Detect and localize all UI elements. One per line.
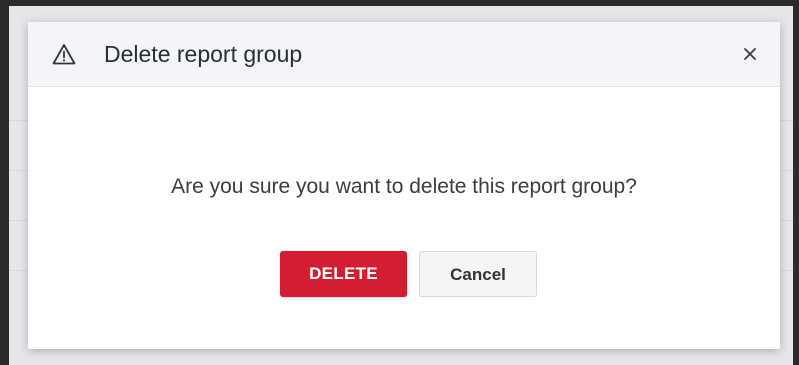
- dialog-body: Are you sure you want to delete this rep…: [28, 87, 780, 349]
- cancel-button[interactable]: Cancel: [419, 251, 537, 297]
- background-divider: [9, 220, 29, 221]
- delete-button[interactable]: DELETE: [280, 251, 407, 297]
- background-divider: [779, 120, 793, 121]
- delete-report-group-dialog: Delete report group Are you sure you wan…: [28, 22, 780, 349]
- background-divider: [779, 270, 793, 271]
- close-button[interactable]: [736, 40, 764, 68]
- window-edge-top: [0, 0, 799, 6]
- dialog-header: Delete report group: [28, 22, 780, 87]
- close-icon: [744, 48, 756, 60]
- background-divider: [779, 170, 793, 171]
- background-divider: [9, 120, 29, 121]
- background-divider: [779, 220, 793, 221]
- background-divider: [9, 270, 29, 271]
- background-divider: [9, 170, 29, 171]
- confirmation-message: Are you sure you want to delete this rep…: [171, 175, 637, 198]
- window-edge-left: [0, 0, 9, 365]
- window-edge-right: [793, 0, 799, 365]
- dialog-title: Delete report group: [104, 41, 303, 67]
- warning-triangle-icon: [52, 43, 76, 65]
